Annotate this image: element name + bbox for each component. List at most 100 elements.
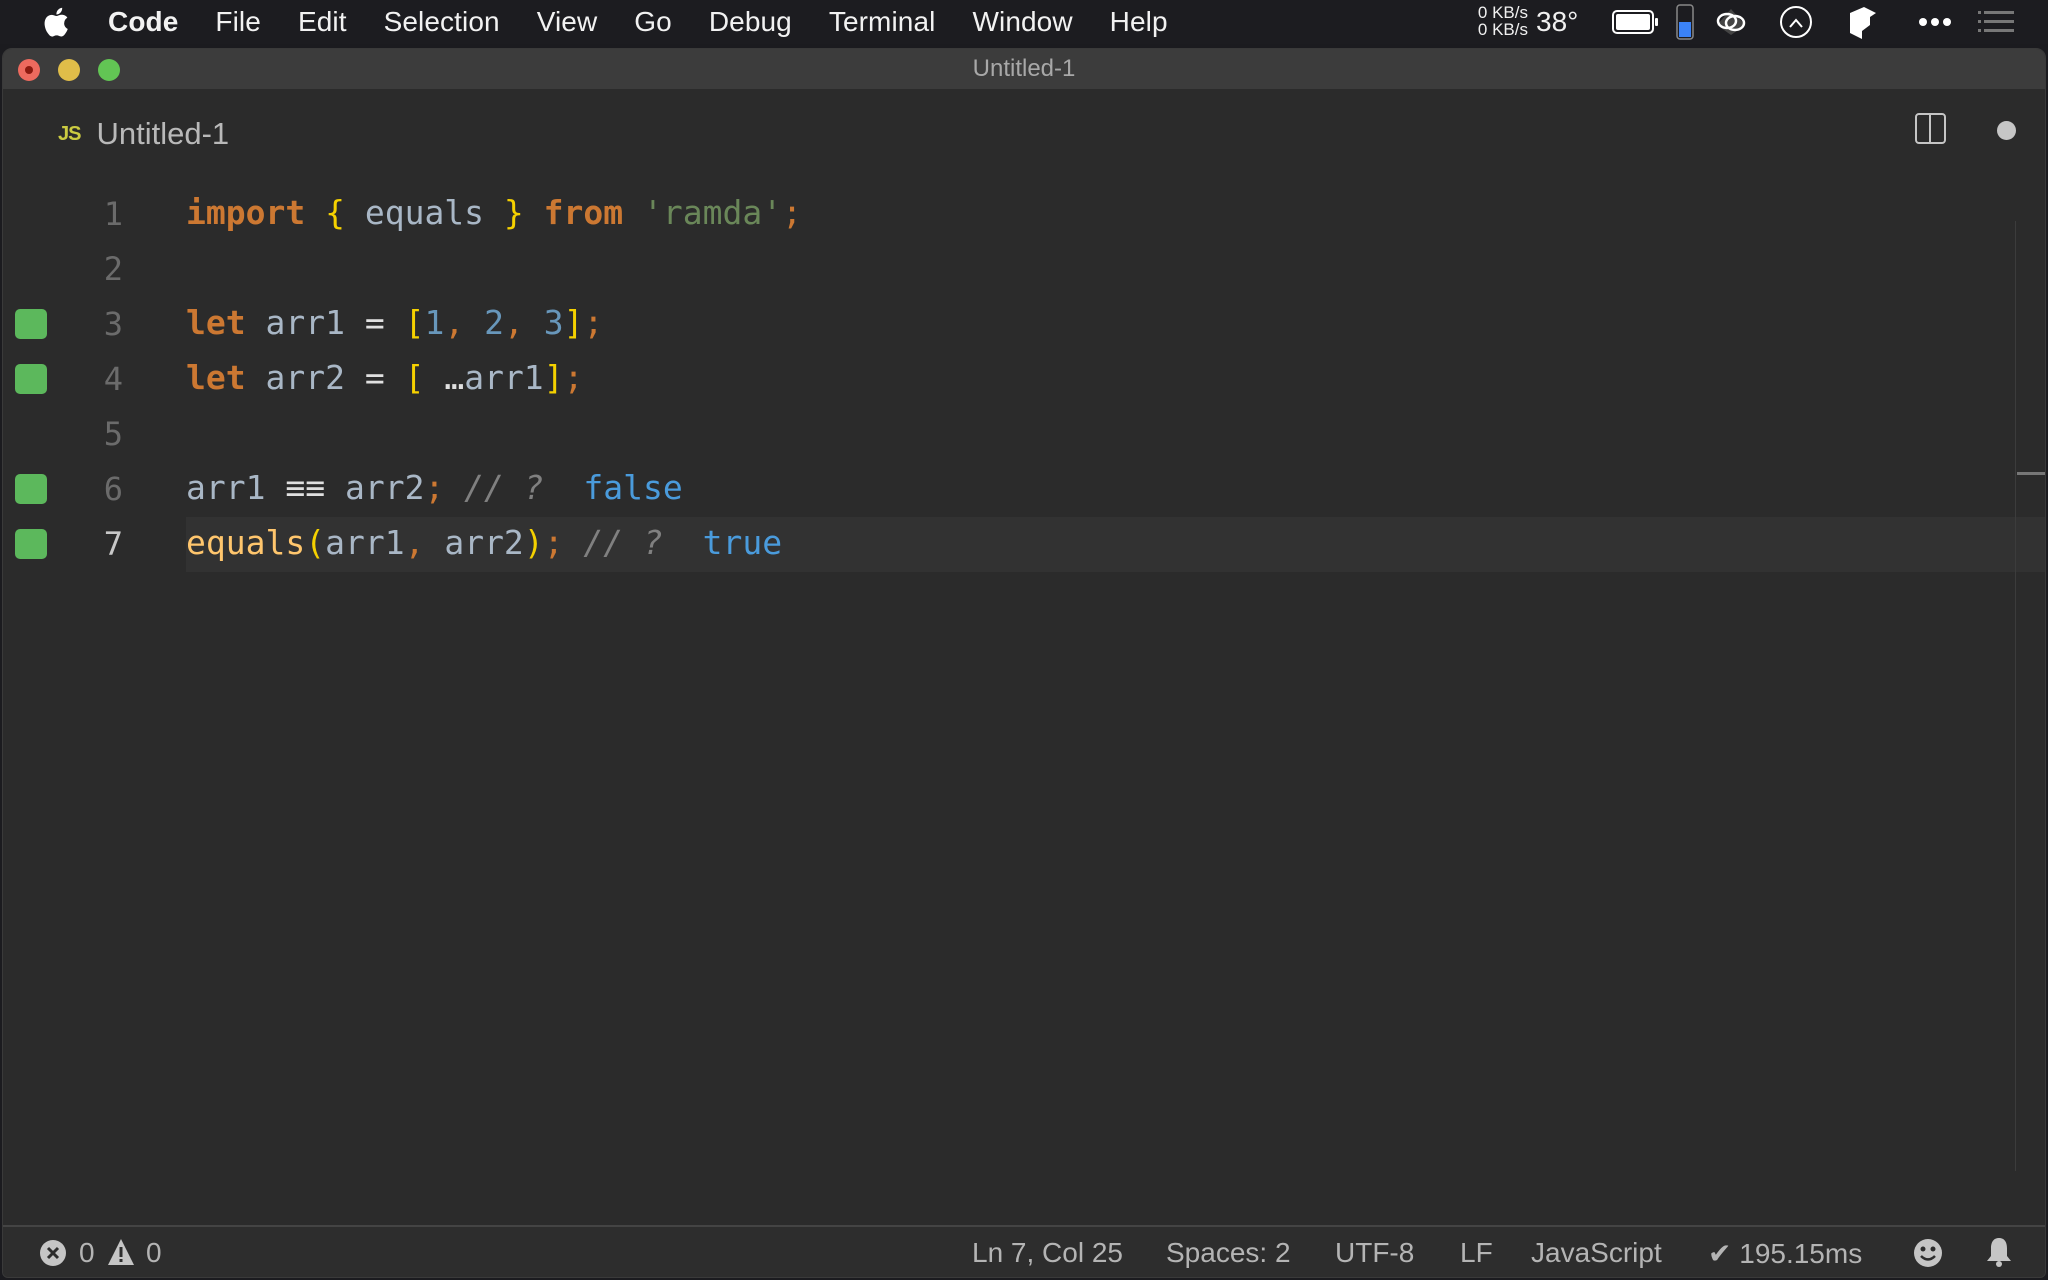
code-token: arr1 bbox=[325, 523, 405, 562]
code-token: ] bbox=[563, 303, 584, 342]
feedback-smiley-icon[interactable] bbox=[1913, 1238, 1943, 1268]
code-token: = bbox=[364, 303, 385, 342]
code-editor[interactable]: 1 import { equals } from 'ramda'; 2 3 let ar… bbox=[3, 177, 2045, 1177]
code-token: arr1 bbox=[464, 358, 544, 397]
menu-help[interactable]: Help bbox=[1110, 6, 1168, 38]
vscode-window: Untitled-1 JS Untitled-1 1 import { equal… bbox=[2, 48, 2046, 1278]
window-titlebar[interactable]: Untitled-1 bbox=[3, 49, 2045, 89]
dropbox-icon[interactable] bbox=[1848, 5, 1878, 41]
code-token: , bbox=[503, 303, 544, 342]
menu-go[interactable]: Go bbox=[634, 6, 672, 38]
indentation-setting[interactable]: Spaces: 2 bbox=[1166, 1237, 1291, 1269]
menu-terminal[interactable]: Terminal bbox=[829, 6, 936, 38]
code-token: 2 bbox=[484, 303, 504, 342]
code-token: , bbox=[444, 303, 485, 342]
code-token: 1 bbox=[424, 303, 445, 342]
window-title: Untitled-1 bbox=[972, 55, 1076, 82]
code-token: // ? bbox=[563, 523, 703, 562]
code-token: ; bbox=[563, 358, 584, 397]
creative-cloud-icon[interactable] bbox=[1711, 7, 1751, 37]
code-token: = bbox=[364, 358, 385, 397]
quokka-timing[interactable]: ✔ 195.15ms bbox=[1708, 1237, 1862, 1270]
code-token: ≡≡ bbox=[285, 468, 326, 507]
network-upload-speed: 0 KB/s bbox=[1477, 3, 1528, 22]
overview-ruler[interactable] bbox=[2015, 221, 2016, 1171]
coverage-indicator-icon bbox=[15, 364, 47, 394]
line-number: 2 bbox=[103, 250, 123, 288]
end-of-line-sequence[interactable]: LF bbox=[1460, 1237, 1493, 1269]
menu-app-code[interactable]: Code bbox=[108, 6, 178, 38]
code-token: ; bbox=[543, 523, 564, 562]
line-number: 3 bbox=[103, 305, 123, 343]
apple-menu-icon[interactable] bbox=[40, 5, 70, 39]
code-token: let bbox=[186, 358, 246, 397]
warning-icon[interactable] bbox=[107, 1238, 135, 1266]
error-icon[interactable] bbox=[39, 1239, 67, 1267]
tab-untitled-1[interactable]: JS Untitled-1 bbox=[58, 111, 229, 157]
code-line[interactable]: import { equals } from 'ramda'; bbox=[186, 193, 802, 232]
code-token: equals bbox=[344, 193, 504, 232]
cursor-position[interactable]: Ln 7, Col 25 bbox=[972, 1237, 1123, 1269]
code-token: import bbox=[186, 193, 306, 232]
code-token: arr2 bbox=[245, 358, 365, 397]
file-encoding[interactable]: UTF-8 bbox=[1335, 1237, 1414, 1269]
unsaved-changes-dot-icon[interactable] bbox=[1997, 121, 2016, 140]
editor-tab-bar: JS Untitled-1 bbox=[3, 89, 2045, 177]
code-token: , bbox=[404, 523, 445, 562]
line-number: 1 bbox=[103, 195, 123, 233]
coverage-indicator-icon bbox=[15, 309, 47, 339]
notifications-bell-icon[interactable] bbox=[1985, 1236, 2013, 1268]
code-token: ] bbox=[543, 358, 564, 397]
menu-selection[interactable]: Selection bbox=[384, 6, 500, 38]
code-token: [ bbox=[404, 358, 425, 397]
code-line[interactable]: let arr1 = [1, 2, 3]; bbox=[186, 303, 603, 342]
code-token: arr2 bbox=[444, 523, 524, 562]
battery-icon[interactable] bbox=[1612, 10, 1660, 34]
tab-label: Untitled-1 bbox=[96, 116, 230, 151]
menu-debug[interactable]: Debug bbox=[709, 6, 792, 38]
network-download-speed: 0 KB/s bbox=[1477, 20, 1528, 39]
menu-window[interactable]: Window bbox=[972, 6, 1072, 38]
coverage-indicator-icon bbox=[15, 529, 47, 559]
line-number: 7 bbox=[103, 525, 123, 563]
code-token: ; bbox=[424, 468, 445, 507]
error-count[interactable]: 0 bbox=[79, 1237, 95, 1269]
code-token: 3 bbox=[543, 303, 564, 342]
code-token: [ bbox=[404, 303, 425, 342]
code-token: from bbox=[543, 193, 624, 232]
code-token: equals bbox=[186, 523, 306, 562]
temperature-readout[interactable]: 38° bbox=[1536, 6, 1578, 38]
code-token: arr1 bbox=[186, 468, 286, 507]
status-bar: 0 0 Ln 7, Col 25 Spaces: 2 UTF-8 LF Java… bbox=[3, 1225, 2045, 1277]
code-token: } bbox=[503, 193, 524, 232]
menu-list: Code File Edit Selection View Go Debug T… bbox=[108, 0, 1205, 44]
split-editor-icon[interactable] bbox=[1915, 113, 1946, 144]
menu-edit[interactable]: Edit bbox=[298, 6, 347, 38]
javascript-file-icon: JS bbox=[58, 122, 81, 145]
network-speed[interactable]: 0 KB/s 0 KB/s bbox=[1468, 4, 1528, 38]
code-token: true bbox=[702, 523, 783, 562]
language-mode[interactable]: JavaScript bbox=[1531, 1237, 1662, 1269]
warning-count[interactable]: 0 bbox=[146, 1237, 162, 1269]
notification-center-icon[interactable] bbox=[1978, 11, 2014, 33]
code-line[interactable]: let arr2 = [ …arr1]; bbox=[186, 358, 583, 397]
code-token: … bbox=[424, 358, 465, 397]
line-number: 4 bbox=[103, 360, 123, 398]
code-line[interactable]: arr1 ≡≡ arr2; // ? false bbox=[186, 468, 683, 507]
code-token: 'ramda' bbox=[643, 193, 783, 232]
code-token: { bbox=[325, 193, 345, 232]
more-icon[interactable] bbox=[1918, 16, 1952, 28]
code-token: ( bbox=[305, 523, 326, 562]
istat-menus-icon[interactable] bbox=[1779, 5, 1813, 39]
code-token: // ? bbox=[444, 468, 584, 507]
code-token: let bbox=[186, 303, 246, 342]
code-token: ; bbox=[782, 193, 802, 232]
memory-gauge-icon[interactable] bbox=[1676, 4, 1694, 40]
code-line[interactable]: equals(arr1, arr2); // ? true bbox=[186, 523, 782, 562]
menu-view[interactable]: View bbox=[537, 6, 598, 38]
menu-file[interactable]: File bbox=[215, 6, 261, 38]
